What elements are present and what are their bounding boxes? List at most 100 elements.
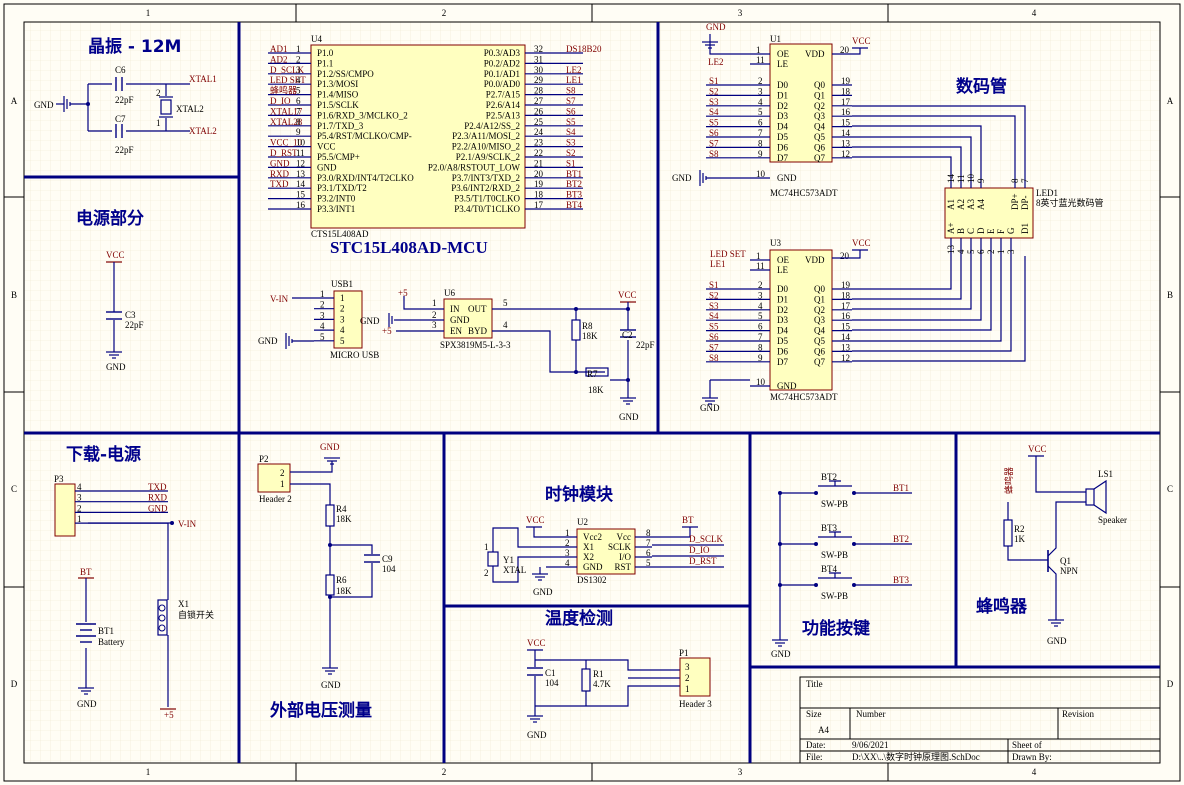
p3-pin-num: 3 — [77, 493, 82, 503]
mcu-left-net: AD2 — [270, 54, 288, 64]
section-title-download: 下载-电源 — [66, 444, 141, 465]
latch-q-num: 19 — [841, 280, 851, 290]
latch-q-num: 18 — [841, 86, 851, 96]
mcu-right-num: 31 — [534, 54, 543, 64]
clock-right-num: 5 — [646, 558, 651, 568]
mcu-left-pin-name: GND — [317, 162, 337, 172]
c3-ref: C3 — [125, 310, 136, 320]
latch-le-name: LE — [777, 265, 788, 275]
latch-d-num: 9 — [758, 149, 763, 159]
mcu-left-net: TXD — [270, 179, 289, 189]
tb-size: Size — [806, 709, 822, 719]
net-xtal2: XTAL2 — [189, 126, 217, 136]
key-contact — [852, 583, 856, 587]
latch-d-num: 5 — [758, 311, 763, 321]
bt1-value: Battery — [98, 637, 125, 647]
section-title-power: 电源部分 — [76, 208, 144, 229]
crystal-ref: XTAL2 — [176, 104, 204, 114]
row-d-left: D — [11, 679, 18, 689]
clock-left-num: 2 — [565, 538, 570, 548]
latch-q-num: 17 — [841, 301, 851, 311]
key-contact — [852, 491, 856, 495]
r6-value: 18K — [336, 586, 352, 596]
mcu-right-pin-name: P0.1/AD1 — [484, 69, 520, 79]
p3-pin-num: 4 — [77, 482, 82, 492]
mcu-left-pin-name: P3.1/TXD/T2 — [317, 183, 367, 193]
led-bottom-name: G — [1006, 227, 1016, 234]
mcu-left-pin-name: VCC — [317, 142, 336, 152]
latch-d-net: S7 — [709, 342, 719, 352]
mcu-right-num: 19 — [534, 179, 544, 189]
mcu-right-net: LE1 — [566, 75, 582, 85]
p2-part: Header 2 — [259, 494, 292, 504]
u1-gnd-bottom: GND — [672, 173, 692, 183]
latch-q-num: 15 — [841, 118, 851, 128]
ls1-value: Speaker — [1098, 515, 1127, 525]
r6-ref: R6 — [336, 575, 347, 585]
mcu-right-num: 23 — [534, 138, 544, 148]
latch-d-net: S8 — [709, 149, 719, 159]
mcu-right-num: 17 — [534, 200, 544, 210]
latch-q-name: Q6 — [814, 142, 825, 152]
c2-value: 22pF — [636, 340, 655, 350]
latch-d-name: D1 — [777, 294, 788, 304]
mcu-right-num: 18 — [534, 190, 544, 200]
bt1-ref: BT1 — [98, 626, 114, 636]
mcu-right-pin-name: P2.7/A15 — [486, 90, 521, 100]
key-ref: BT4 — [821, 564, 838, 574]
latch-q-num: 15 — [841, 322, 851, 332]
mcu-left-pin-name: P1.0 — [317, 48, 334, 58]
usb-pin-label: 2 — [340, 304, 345, 314]
mcu-right-num: 20 — [534, 169, 544, 179]
latch-d-name: D2 — [777, 101, 788, 111]
mcu-right-pin-name: P3.4/T0/T1CLKO — [454, 204, 520, 214]
r1-value: 4.7K — [593, 679, 611, 689]
led-top-name: DP- — [1020, 195, 1030, 210]
usb-part: MICRO USB — [330, 350, 379, 360]
mcu-left-num: 9 — [296, 127, 301, 137]
tb-drawn: Drawn By: — [1012, 752, 1052, 762]
mcu-right-pin-name: P0.2/AD2 — [484, 58, 520, 68]
row-b-left: B — [11, 290, 17, 300]
usb-pin-label: 1 — [340, 293, 345, 303]
led-top-name: A3 — [966, 199, 976, 210]
ldo-gnd2: GND — [619, 412, 639, 422]
mcu-right-pin-name: P0.3/AD3 — [484, 48, 521, 58]
clock-right-num: 7 — [646, 538, 651, 548]
latch-d-name: D7 — [777, 357, 788, 367]
mcu-right-num: 26 — [534, 106, 544, 116]
c1-ref: C1 — [545, 668, 556, 678]
mcu-right-pin-name: P0.0/AD0 — [484, 79, 521, 89]
led-top-name: A4 — [976, 199, 986, 210]
latch-d-net: S5 — [709, 322, 719, 332]
tb-date: Date: — [806, 740, 826, 750]
col-2-bottom: 2 — [442, 767, 447, 777]
col-4-bottom: 4 — [1032, 767, 1037, 777]
mcu-right-pin-name: P2.1/A9/SCLK_2 — [456, 152, 520, 162]
power-gnd: GND — [106, 362, 126, 372]
key-contact — [814, 583, 818, 587]
p2-body — [257, 463, 291, 493]
mcu-right-net: S7 — [566, 96, 576, 106]
c1-value: 104 — [545, 678, 559, 688]
mcu-right-pin-name: P3.5/T1/T0CLKO — [454, 194, 520, 204]
mcu-left-pin-name: P5.4/RST/MCLKO/CMP- — [317, 131, 412, 141]
mcu-left-num: 15 — [296, 190, 306, 200]
led-top-name: A1 — [946, 199, 956, 210]
clock-left-name: X1 — [583, 542, 594, 552]
mcu-right-net: S6 — [566, 106, 576, 116]
ls1-ref: LS1 — [1098, 469, 1113, 479]
led-bottom-num: 6 — [976, 249, 986, 254]
u3-le-net: LE1 — [710, 259, 726, 269]
u1-ref: U1 — [770, 34, 781, 44]
clock-vcc: VCC — [526, 515, 545, 525]
net-d-rst: D_RST — [689, 556, 717, 566]
mcu-right-num: 21 — [534, 158, 543, 168]
latch-gnd-name: GND — [777, 173, 797, 183]
mcu-left-net: AD1 — [270, 44, 288, 54]
row-b-right: B — [1167, 290, 1173, 300]
latch-q-num: 16 — [841, 311, 851, 321]
latch-d-net: S5 — [709, 118, 719, 128]
latch-d-net: S3 — [709, 97, 719, 107]
led-top-name: A2 — [956, 199, 966, 210]
